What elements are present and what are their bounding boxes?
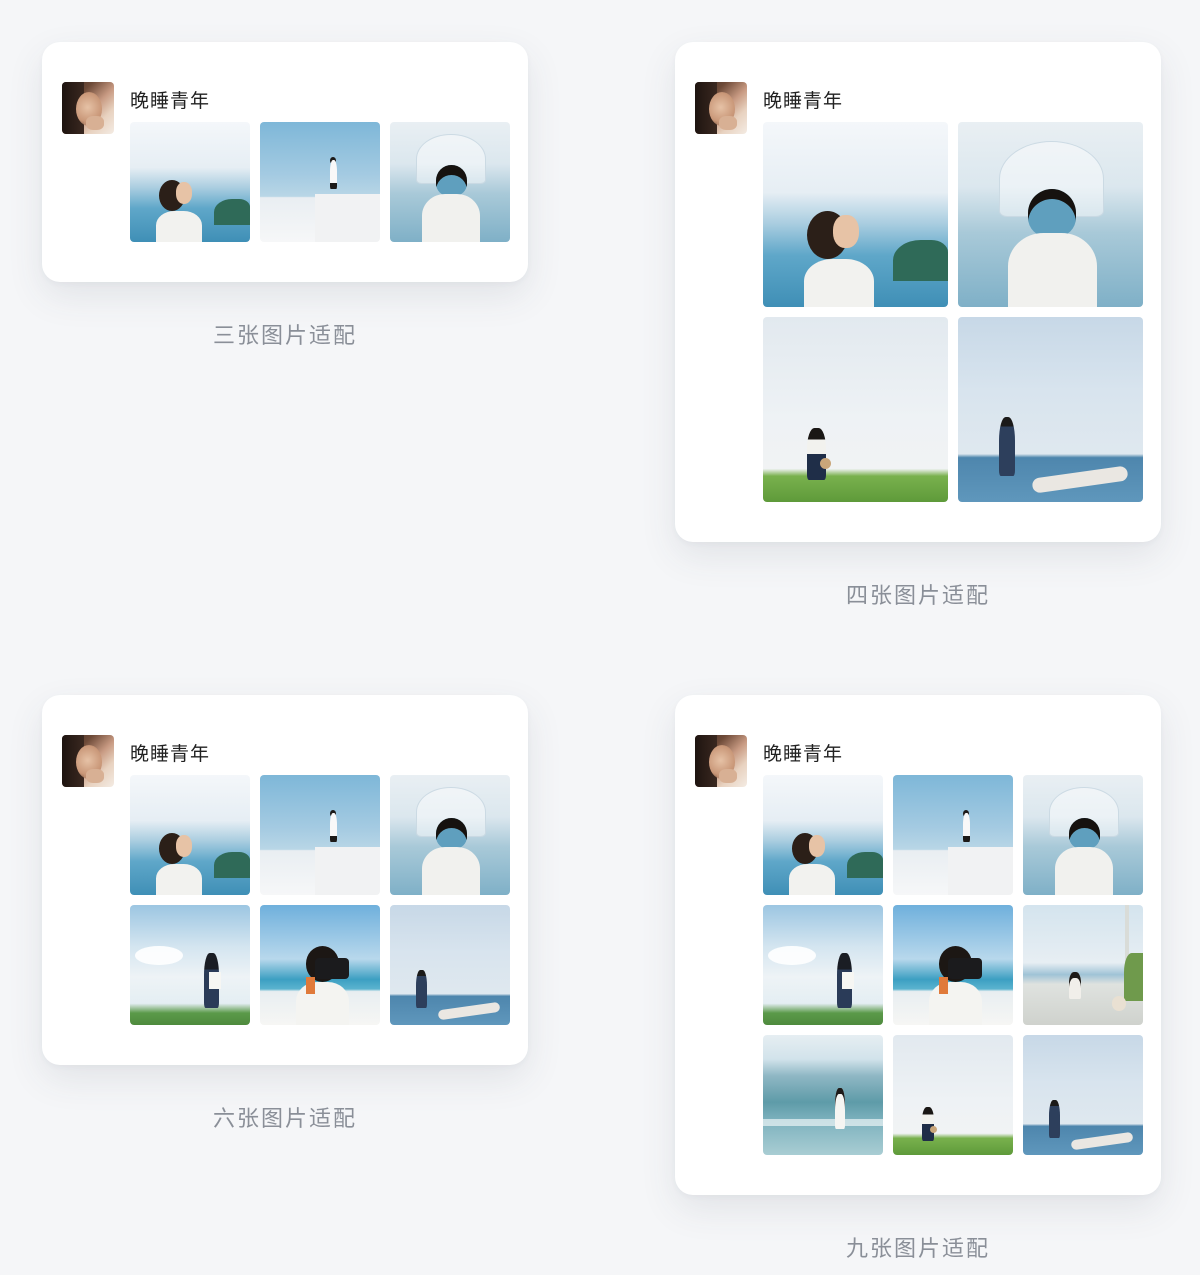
- avatar[interactable]: [695, 82, 747, 134]
- photo-grid: [763, 775, 1143, 1155]
- username[interactable]: 晚睡青年: [763, 86, 843, 113]
- photo-thumbnail[interactable]: [130, 775, 250, 895]
- photo-thumbnail[interactable]: [1023, 1035, 1143, 1155]
- avatar[interactable]: [62, 735, 114, 787]
- post-card-three-photos: 晚睡青年: [42, 42, 528, 282]
- caption-four-photos: 四张图片适配: [845, 584, 990, 609]
- post-card-nine-photos: 晚睡青年: [675, 695, 1161, 1195]
- post-card-six-photos: 晚睡青年: [42, 695, 528, 1065]
- photo-thumbnail[interactable]: [260, 905, 380, 1025]
- photo-thumbnail[interactable]: [260, 775, 380, 895]
- photo-thumbnail[interactable]: [763, 1035, 883, 1155]
- photo-thumbnail[interactable]: [958, 122, 1143, 307]
- photo-thumbnail[interactable]: [390, 122, 510, 242]
- photo-thumbnail[interactable]: [130, 122, 250, 242]
- photo-thumbnail[interactable]: [390, 905, 510, 1025]
- post-card-four-photos: 晚睡青年: [675, 42, 1161, 542]
- avatar[interactable]: [62, 82, 114, 134]
- username[interactable]: 晚睡青年: [130, 739, 210, 766]
- caption-six-photos: 六张图片适配: [212, 1107, 357, 1132]
- photo-thumbnail[interactable]: [130, 905, 250, 1025]
- photo-thumbnail[interactable]: [390, 775, 510, 895]
- photo-thumbnail[interactable]: [763, 905, 883, 1025]
- photo-thumbnail[interactable]: [260, 122, 380, 242]
- photo-thumbnail[interactable]: [763, 122, 948, 307]
- photo-thumbnail[interactable]: [763, 775, 883, 895]
- photo-thumbnail[interactable]: [893, 1035, 1013, 1155]
- username[interactable]: 晚睡青年: [763, 739, 843, 766]
- caption-three-photos: 三张图片适配: [212, 324, 357, 349]
- caption-nine-photos: 九张图片适配: [845, 1237, 990, 1262]
- username[interactable]: 晚睡青年: [130, 86, 210, 113]
- photo-grid: [130, 122, 510, 242]
- photo-thumbnail[interactable]: [1023, 905, 1143, 1025]
- photo-thumbnail[interactable]: [763, 317, 948, 502]
- avatar[interactable]: [695, 735, 747, 787]
- photo-grid: [130, 775, 510, 1025]
- photo-thumbnail[interactable]: [958, 317, 1143, 502]
- photo-thumbnail[interactable]: [893, 775, 1013, 895]
- photo-thumbnail[interactable]: [893, 905, 1013, 1025]
- photo-thumbnail[interactable]: [1023, 775, 1143, 895]
- photo-grid: [763, 122, 1143, 502]
